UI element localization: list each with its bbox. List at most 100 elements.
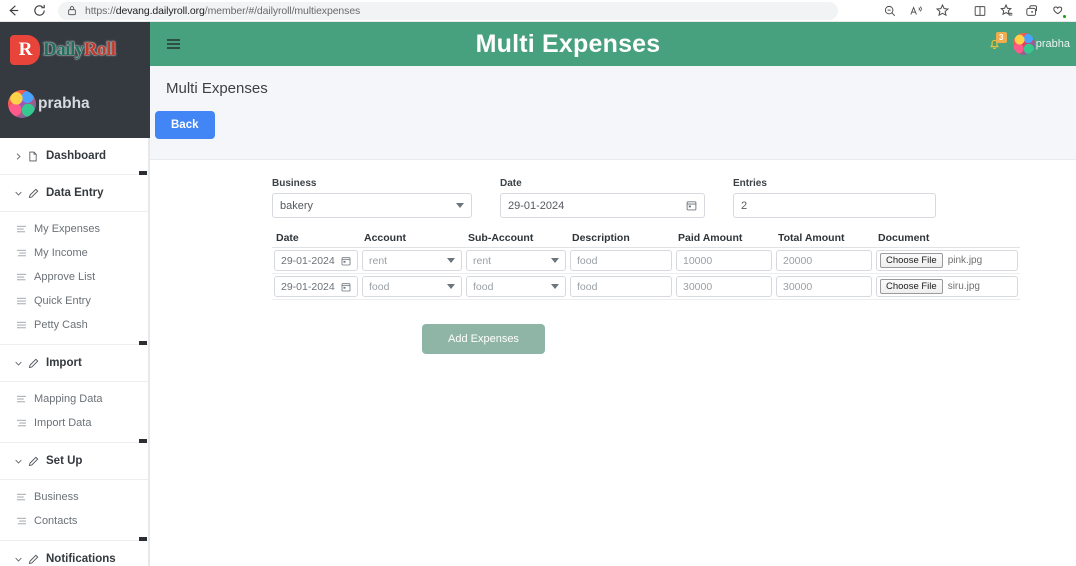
sidebar-section-label: Data Entry xyxy=(46,187,104,199)
back-button[interactable]: Back xyxy=(155,111,215,139)
col-description: Description xyxy=(568,232,674,248)
sidebar-item-mapping-data[interactable]: Mapping Data xyxy=(0,387,150,411)
sidebar-item-approve-list[interactable]: Approve List xyxy=(0,265,150,289)
section-marker xyxy=(139,439,147,443)
calendar-icon[interactable] xyxy=(341,282,351,292)
cell-paid-amount: 30000 xyxy=(674,273,774,300)
sidebar-item-my-expenses[interactable]: My Expenses xyxy=(0,217,150,241)
list-icon xyxy=(16,297,34,306)
shield-icon[interactable] xyxy=(1046,1,1070,21)
browser-toolbar: https://devang.dailyroll.org/member/#/da… xyxy=(0,0,1076,22)
choose-file-button[interactable]: Choose File xyxy=(880,253,943,268)
sidebar-item-petty-cash[interactable]: Petty Cash xyxy=(0,313,150,337)
brand-logo[interactable]: R DailyRoll xyxy=(10,32,116,68)
sidebar-item-contacts[interactable]: Contacts xyxy=(0,509,150,533)
sidebar-item-import-data[interactable]: Import Data xyxy=(0,411,150,435)
section-marker xyxy=(139,537,147,541)
row-sub-account-select[interactable]: rent xyxy=(466,250,566,271)
split-screen-icon[interactable] xyxy=(968,1,992,21)
row-document-file[interactable]: Choose File pink.jpg xyxy=(876,250,1018,271)
row-paid-amount-input[interactable]: 10000 xyxy=(676,250,772,271)
row-account-select[interactable]: food xyxy=(362,276,462,297)
reload-icon[interactable] xyxy=(26,1,52,21)
sidebar-section-label: Dashboard xyxy=(46,150,107,162)
table-row: 29-01-2024 rent rent food 10000 20000 Ch… xyxy=(272,247,1020,274)
choose-file-button[interactable]: Choose File xyxy=(880,279,943,294)
read-aloud-icon[interactable] xyxy=(904,1,928,21)
chevron-right-icon xyxy=(14,152,28,161)
topbar-right-group: 3 prabha xyxy=(988,22,1070,66)
topbar-username: prabha xyxy=(1035,38,1070,50)
row-document-file[interactable]: Choose File siru.jpg xyxy=(876,276,1018,297)
row-description-input[interactable]: food xyxy=(570,250,672,271)
row-sub-account-select[interactable]: food xyxy=(466,276,566,297)
list-icon xyxy=(16,225,34,234)
calendar-icon[interactable] xyxy=(686,200,697,211)
content-page-title: Multi Expenses xyxy=(166,80,268,97)
row-total-amount-input[interactable]: 20000 xyxy=(776,250,872,271)
col-date: Date xyxy=(272,232,360,248)
bell-icon[interactable]: 3 xyxy=(988,32,1007,53)
col-document: Document xyxy=(874,232,1020,248)
row-date-input[interactable]: 29-01-2024 xyxy=(274,250,358,271)
zoom-out-icon[interactable] xyxy=(878,1,902,21)
business-select[interactable]: bakery xyxy=(272,193,472,218)
avatar xyxy=(1012,33,1035,55)
sidebar-item-import[interactable]: Import xyxy=(0,341,150,382)
sidebar-item-dashboard[interactable]: Dashboard xyxy=(0,138,150,175)
section-marker xyxy=(139,341,147,345)
add-expenses-button[interactable]: Add Expenses xyxy=(422,324,545,354)
date-label: Date xyxy=(500,178,522,189)
cell-total-amount: 20000 xyxy=(774,247,874,274)
date-input[interactable]: 29-01-2024 xyxy=(500,193,705,218)
sidebar-item-business[interactable]: Business xyxy=(0,485,150,509)
file-name: siru.jpg xyxy=(947,281,980,292)
row-total-amount-input[interactable]: 30000 xyxy=(776,276,872,297)
row-sub-account-value: rent xyxy=(473,254,492,267)
col-total-amount: Total Amount xyxy=(774,232,874,248)
entries-value: 2 xyxy=(741,199,748,212)
favorite-star-icon[interactable] xyxy=(930,1,954,21)
sidebar-group-import: Mapping Data Import Data xyxy=(0,382,150,443)
row-sub-account-value: food xyxy=(473,280,494,293)
calendar-icon[interactable] xyxy=(341,256,351,266)
browser-essentials-icon[interactable] xyxy=(1020,1,1044,21)
entries-label: Entries xyxy=(733,178,767,189)
pencil-icon xyxy=(28,358,46,369)
sidebar-item-notifications[interactable]: Notifications xyxy=(0,537,150,566)
cell-total-amount: 30000 xyxy=(774,273,874,300)
chevron-down-icon xyxy=(447,284,455,289)
sidebar-item-my-income[interactable]: My Income xyxy=(0,241,150,265)
row-description-input[interactable]: food xyxy=(570,276,672,297)
sidebar: R DailyRoll prabha Dashboard Data Entry … xyxy=(0,22,150,566)
pencil-icon xyxy=(28,456,46,467)
row-date-input[interactable]: 29-01-2024 xyxy=(274,276,358,297)
brand-name: DailyRoll xyxy=(43,39,116,60)
chevron-down-icon xyxy=(14,359,28,368)
chevron-down-icon xyxy=(551,258,559,263)
cell-sub-account: rent xyxy=(464,247,568,274)
business-label: Business xyxy=(272,178,317,189)
chevron-down-icon xyxy=(456,203,464,208)
page-title: Multi Expenses xyxy=(475,29,661,58)
list-icon xyxy=(16,273,34,282)
row-account-select[interactable]: rent xyxy=(362,250,462,271)
entries-input[interactable]: 2 xyxy=(733,193,936,218)
sidebar-user[interactable]: prabha xyxy=(8,90,90,118)
sidebar-item-quick-entry[interactable]: Quick Entry xyxy=(0,289,150,313)
address-bar[interactable]: https://devang.dailyroll.org/member/#/da… xyxy=(58,1,838,20)
list-icon xyxy=(16,249,34,258)
hamburger-icon[interactable] xyxy=(156,39,190,49)
sidebar-item-data-entry[interactable]: Data Entry xyxy=(0,171,150,212)
sidebar-item-label: Approve List xyxy=(34,271,96,283)
cell-document: Choose File pink.jpg xyxy=(874,247,1020,274)
table-row: 29-01-2024 food food food 30000 30000 Ch… xyxy=(272,273,1020,300)
row-paid-amount-input[interactable]: 30000 xyxy=(676,276,772,297)
back-arrow-icon[interactable] xyxy=(0,1,26,21)
collections-icon[interactable] xyxy=(994,1,1018,21)
table-header-row: Date Account Sub-Account Description Pai… xyxy=(272,232,1020,248)
sidebar-item-set-up[interactable]: Set Up xyxy=(0,439,150,480)
topbar-user-menu[interactable]: prabha xyxy=(1012,33,1070,55)
table-body: 29-01-2024 rent rent food 10000 20000 Ch… xyxy=(272,247,1020,300)
list-icon xyxy=(16,419,34,428)
